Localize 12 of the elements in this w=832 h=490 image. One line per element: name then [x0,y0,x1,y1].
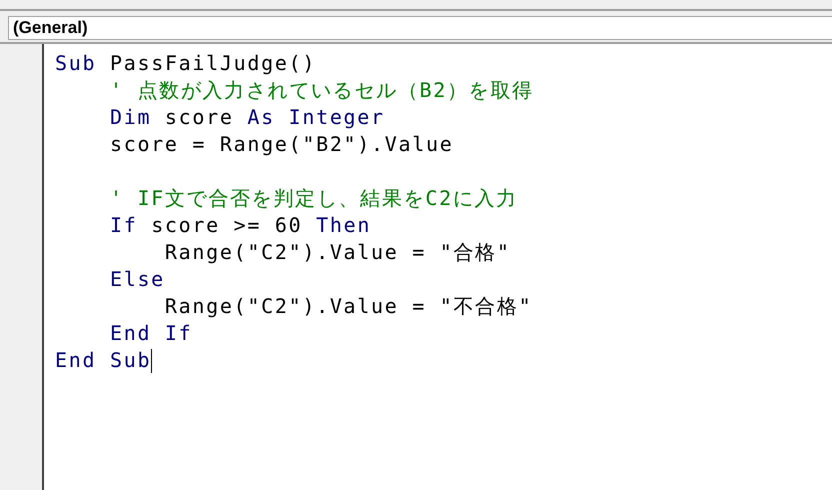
code-line: ' 点数が入力されているセル（B2）を取得 [108,77,534,104]
code-line: Sub PassFailJudge() [55,50,316,77]
code-line: End Sub [55,347,152,374]
code-line: Range("C2").Value = "合格" [164,239,511,266]
object-dropdown[interactable]: (General) [8,16,832,40]
code-line: score = Range("B2").Value [108,131,454,158]
code-line: Range("C2").Value = "不合格" [164,293,532,320]
code-line: If score >= 60 Then [108,212,372,239]
code-line: End If [108,320,192,347]
code-line: ' IF文で合否を判定し、結果をC2に入力 [108,185,518,212]
code-line: Dim score As Integer [108,104,385,131]
code-line: Else [108,266,165,293]
